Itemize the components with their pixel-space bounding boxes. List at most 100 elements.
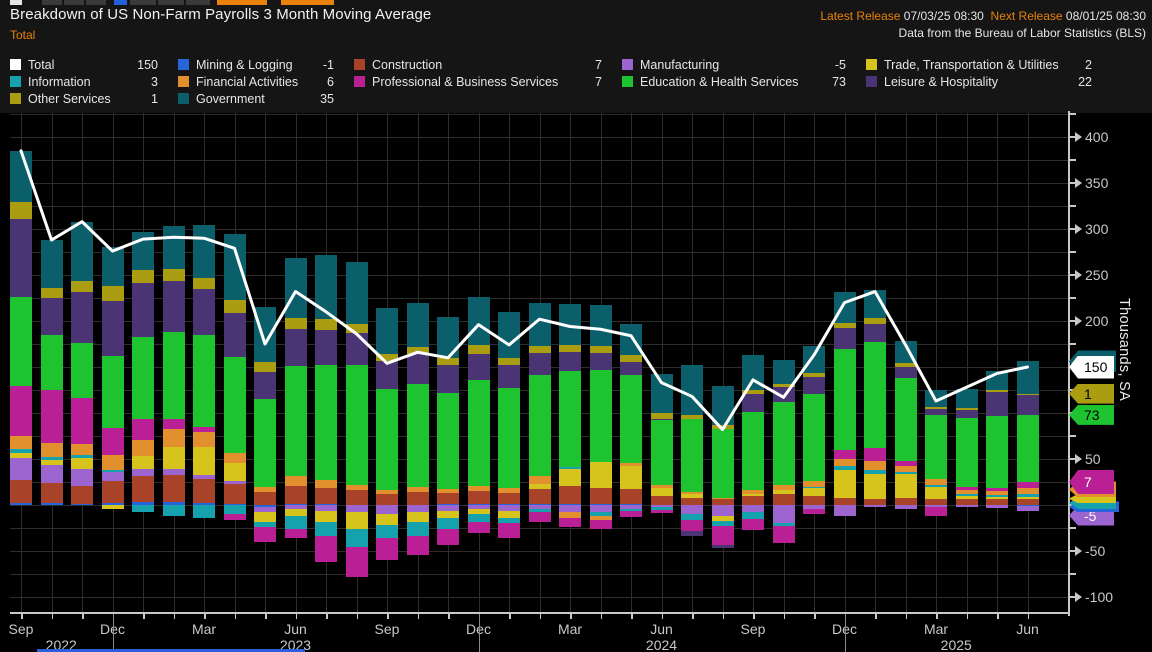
bar-segment[interactable] <box>651 374 673 413</box>
bar-segment[interactable] <box>193 427 215 433</box>
bar-segment[interactable] <box>407 512 429 521</box>
bar-segment[interactable] <box>285 529 307 538</box>
bar-segment[interactable] <box>834 450 856 459</box>
bar-segment[interactable] <box>254 527 276 542</box>
bar-segment[interactable] <box>346 529 368 547</box>
bar-segment[interactable] <box>773 384 795 388</box>
bar-segment[interactable] <box>712 425 734 429</box>
bar-segment[interactable] <box>559 371 581 468</box>
bar-segment[interactable] <box>376 490 398 494</box>
bar-segment[interactable] <box>681 365 703 415</box>
bar-segment[interactable] <box>468 380 490 486</box>
bar-segment[interactable] <box>742 355 764 390</box>
bar-segment[interactable] <box>925 485 947 487</box>
bar-segment[interactable] <box>437 511 459 518</box>
bar-segment[interactable] <box>71 343 93 398</box>
bar-segment[interactable] <box>651 413 673 419</box>
bar-segment[interactable] <box>224 505 246 514</box>
bar-segment[interactable] <box>986 505 1008 508</box>
bar-segment[interactable] <box>346 547 368 576</box>
bar-segment[interactable] <box>163 269 185 282</box>
bar-segment[interactable] <box>681 492 703 494</box>
bar-segment[interactable] <box>376 514 398 525</box>
bar-segment[interactable] <box>773 360 795 384</box>
bar-segment[interactable] <box>346 262 368 324</box>
bar-segment[interactable] <box>559 518 581 527</box>
bar-segment[interactable] <box>773 526 795 543</box>
bar-segment[interactable] <box>529 375 551 476</box>
bar-segment[interactable] <box>41 457 63 460</box>
bar-segment[interactable] <box>956 505 978 507</box>
bar-segment[interactable] <box>132 232 154 271</box>
bar-segment[interactable] <box>834 323 856 329</box>
bar-segment[interactable] <box>681 531 703 537</box>
bar-segment[interactable] <box>315 365 337 480</box>
bar-segment[interactable] <box>10 386 32 436</box>
bar-segment[interactable] <box>163 469 185 475</box>
bar-segment[interactable] <box>437 358 459 365</box>
bar-segment[interactable] <box>254 362 276 371</box>
bar-segment[interactable] <box>102 472 124 481</box>
bar-segment[interactable] <box>41 335 63 390</box>
bar-segment[interactable] <box>163 475 185 503</box>
bar-segment[interactable] <box>10 458 32 480</box>
bar-segment[interactable] <box>437 393 459 490</box>
bar-segment[interactable] <box>498 365 520 388</box>
bar-segment[interactable] <box>132 337 154 420</box>
bar-segment[interactable] <box>193 475 215 480</box>
bar-segment[interactable] <box>803 488 825 495</box>
chart-canvas[interactable]: -100-50050100150200250300350400SepDecMar… <box>0 0 1152 652</box>
bar-segment[interactable] <box>681 419 703 493</box>
bar-segment[interactable] <box>376 494 398 505</box>
bar-segment[interactable] <box>651 485 673 489</box>
bar-segment[interactable] <box>956 496 978 500</box>
bar-segment[interactable] <box>834 292 856 323</box>
bar-segment[interactable] <box>498 312 520 358</box>
bar-segment[interactable] <box>193 289 215 335</box>
bar-segment[interactable] <box>285 516 307 529</box>
bar-segment[interactable] <box>559 304 581 344</box>
bar-segment[interactable] <box>986 491 1008 495</box>
bar-segment[interactable] <box>1017 394 1039 395</box>
bar-segment[interactable] <box>1017 395 1039 415</box>
bar-segment[interactable] <box>956 487 978 491</box>
bar-segment[interactable] <box>254 512 276 521</box>
bar-segment[interactable] <box>742 490 764 494</box>
bar-segment[interactable] <box>132 270 154 283</box>
bar-segment[interactable] <box>163 505 185 516</box>
bar-segment[interactable] <box>163 281 185 332</box>
bar-segment[interactable] <box>193 432 215 447</box>
bar-segment[interactable] <box>803 377 825 394</box>
bar-segment[interactable] <box>71 222 93 282</box>
bar-segment[interactable] <box>895 498 917 505</box>
bar-segment[interactable] <box>10 449 32 453</box>
bar-segment[interactable] <box>498 523 520 538</box>
bar-segment[interactable] <box>803 394 825 481</box>
bar-segment[interactable] <box>407 505 429 512</box>
bar-segment[interactable] <box>590 488 612 505</box>
bar-segment[interactable] <box>895 341 917 363</box>
bar-segment[interactable] <box>71 469 93 486</box>
bar-segment[interactable] <box>559 345 581 352</box>
bar-segment[interactable] <box>224 357 246 454</box>
bar-segment[interactable] <box>193 479 215 503</box>
bar-segment[interactable] <box>468 486 490 492</box>
bar-segment[interactable] <box>895 466 917 472</box>
bar-segment[interactable] <box>468 491 490 504</box>
bar-segment[interactable] <box>163 332 185 419</box>
bar-segment[interactable] <box>895 461 917 467</box>
bar-segment[interactable] <box>925 479 947 485</box>
bar-segment[interactable] <box>895 505 917 509</box>
bar-segment[interactable] <box>895 363 917 367</box>
bar-segment[interactable] <box>407 303 429 347</box>
bar-segment[interactable] <box>834 498 856 505</box>
bar-segment[interactable] <box>193 335 215 427</box>
bar-segment[interactable] <box>864 342 886 448</box>
bar-segment[interactable] <box>224 453 246 462</box>
bar-segment[interactable] <box>437 518 459 529</box>
bar-segment[interactable] <box>925 407 947 409</box>
bar-segment[interactable] <box>712 526 734 544</box>
bar-segment[interactable] <box>407 384 429 487</box>
bar-segment[interactable] <box>803 509 825 515</box>
bar-segment[interactable] <box>315 330 337 365</box>
